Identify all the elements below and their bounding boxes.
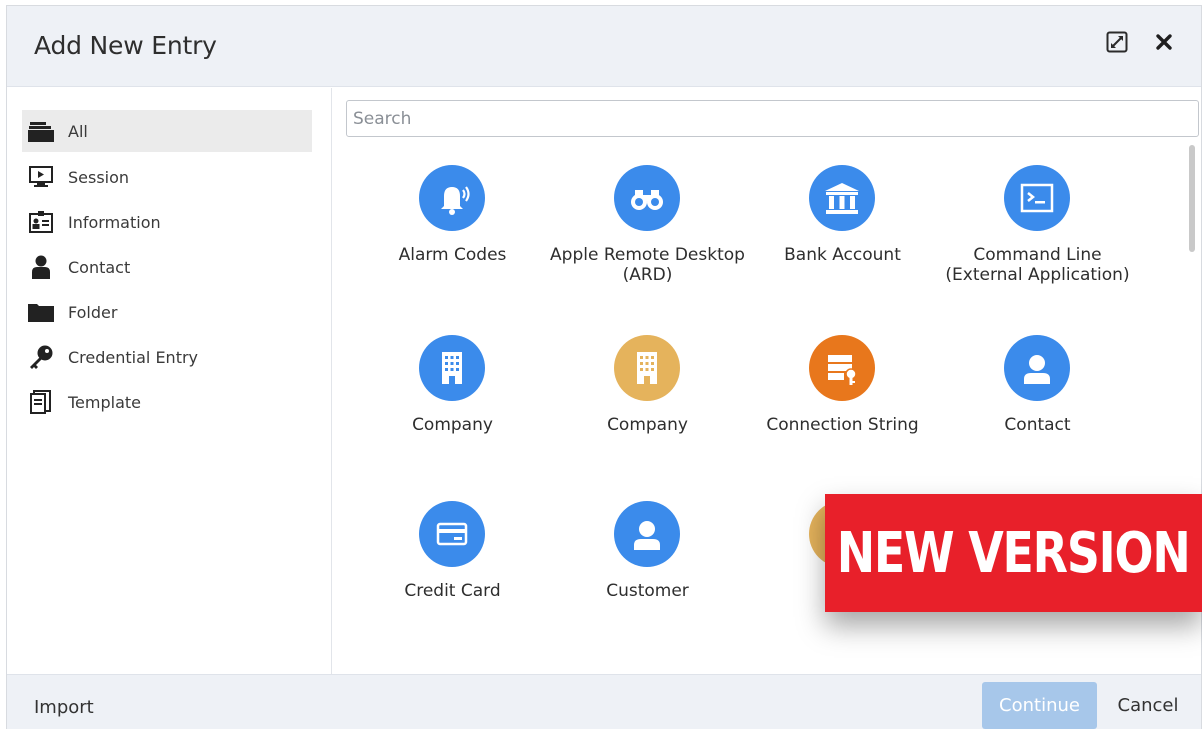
dialog-title: Add New Entry (34, 31, 217, 60)
new-version-banner: NEW VERSION (825, 494, 1202, 612)
sidebar-item-information[interactable]: Information (22, 201, 312, 243)
sidebar-item-folder[interactable]: Folder (22, 291, 312, 333)
all-icon (28, 118, 54, 144)
sidebar-item-template[interactable]: Template (22, 381, 312, 423)
entry-tile-label: Company (412, 415, 493, 435)
sidebar-item-label: Template (68, 392, 142, 412)
search-input[interactable] (346, 100, 1199, 137)
entry-tile-label: Company (607, 415, 688, 435)
sidebar-item-contact[interactable]: Contact (22, 246, 312, 288)
sidebar-item-all[interactable]: All (22, 110, 312, 152)
sidebar-item-session[interactable]: Session (22, 156, 312, 198)
template-icon (28, 389, 54, 415)
building-icon (419, 335, 485, 401)
building-icon (614, 335, 680, 401)
binoculars-icon (614, 165, 680, 231)
sidebar-item-credential-entry[interactable]: Credential Entry (22, 336, 312, 378)
sidebar-item-label: Information (68, 212, 161, 232)
entry-tile-company-blue[interactable]: Company (353, 335, 548, 475)
entry-tile-command-line[interactable]: Command Line (External Application) (938, 165, 1133, 305)
session-icon (28, 164, 54, 190)
information-icon (28, 209, 54, 235)
entry-tile-alarm-codes[interactable]: Alarm Codes (353, 165, 548, 305)
entry-tile-label: Apple Remote Desktop (ARD) (550, 245, 745, 285)
entry-tile-label: Customer (606, 581, 689, 601)
banner-text: NEW VERSION (837, 520, 1191, 586)
entry-tile-label: Alarm Codes (398, 245, 507, 265)
entry-tile-label: Credit Card (404, 581, 501, 601)
entry-tile-label: Contact (1004, 415, 1071, 435)
database-key-icon (809, 335, 875, 401)
category-sidebar: All Session Information Contact Folder C… (7, 88, 332, 674)
entry-tile-label: Command Line (External Application) (945, 245, 1130, 285)
entry-tile-customer[interactable]: Customer (548, 501, 743, 641)
terminal-icon (1004, 165, 1070, 231)
credit-card-icon (419, 501, 485, 567)
entry-tile-label: Bank Account (784, 245, 901, 265)
entry-tile-credit-card[interactable]: Credit Card (353, 501, 548, 641)
dialog-header: Add New Entry (7, 6, 1201, 87)
bank-icon (809, 165, 875, 231)
dialog-footer: Import Continue Cancel (7, 674, 1201, 729)
sidebar-item-label: All (68, 121, 88, 141)
sidebar-item-label: Folder (68, 302, 118, 322)
sidebar-item-label: Session (68, 167, 130, 187)
contact-icon (28, 254, 54, 280)
sidebar-item-label: Credential Entry (68, 347, 199, 367)
person-icon (614, 501, 680, 567)
key-icon (28, 344, 54, 370)
import-button[interactable]: Import (34, 697, 94, 718)
cancel-button[interactable]: Cancel (1103, 682, 1193, 729)
folder-icon (28, 299, 54, 325)
entry-tile-label: Connection String (766, 415, 919, 435)
close-icon[interactable] (1150, 28, 1178, 56)
vertical-scrollbar[interactable] (1189, 145, 1195, 252)
entry-tile-company-gold[interactable]: Company (548, 335, 743, 475)
continue-button[interactable]: Continue (982, 682, 1097, 729)
person-icon (1004, 335, 1070, 401)
entry-tile-bank-account[interactable]: Bank Account (743, 165, 938, 305)
expand-icon[interactable] (1103, 28, 1131, 56)
entry-tile-connection-string[interactable]: Connection String (743, 335, 938, 475)
entry-tile-contact[interactable]: Contact (938, 335, 1133, 475)
entry-tile-apple-remote-desktop[interactable]: Apple Remote Desktop (ARD) (548, 165, 745, 305)
alarm-bell-icon (419, 165, 485, 231)
sidebar-item-label: Contact (68, 257, 131, 277)
add-new-entry-dialog: Add New Entry All Session Information Co… (6, 5, 1202, 729)
